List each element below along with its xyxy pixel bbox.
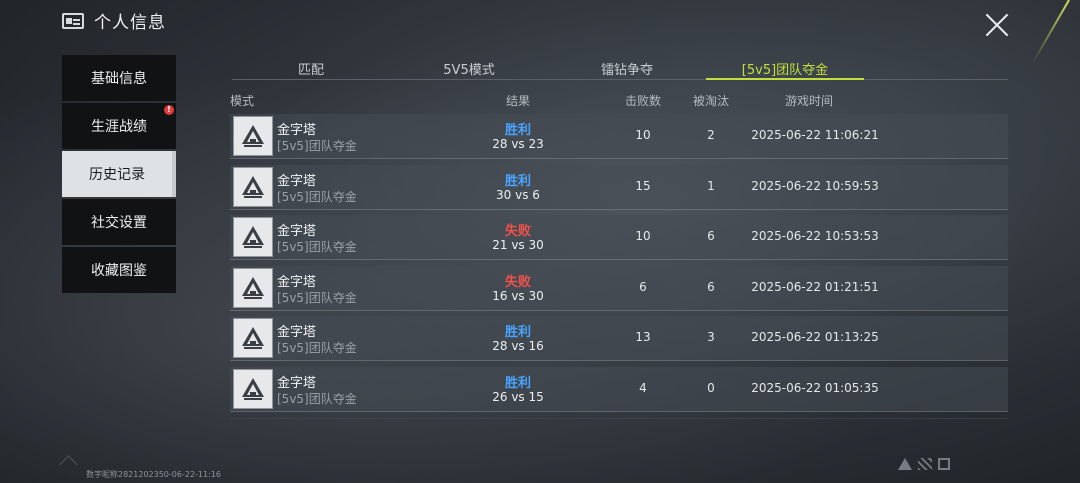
table-header: 模式 结果 击败数 被淘汰 游戏时间: [230, 92, 1008, 110]
match-score: 16 vs 30: [492, 288, 544, 303]
table-row[interactable]: 金字塔 [5v5]团队夺金 失败 16 vs 30 6 6 2025-06-22 01:21…: [230, 265, 1008, 311]
close-button[interactable]: [984, 12, 1010, 38]
mode-name: [5v5]团队夺金: [277, 341, 357, 356]
column-deaths: 被淘汰: [693, 94, 730, 108]
tab-team-gold[interactable]: [5v5]团队夺金: [706, 55, 864, 80]
column-kills: 击败数: [625, 94, 662, 108]
match-time: 2025-06-22 01:13:25: [751, 330, 879, 345]
stripes-icon: [918, 458, 932, 470]
match-score: 28 vs 16: [492, 339, 544, 354]
match-history-list[interactable]: 金字塔 [5v5]团队夺金 胜利 28 vs 23 10 2 2025-06-22 11:0…: [230, 114, 1008, 419]
death-count: 3: [707, 330, 715, 345]
watermark-id: 数字昵称2821202350-06-22-11:16: [86, 470, 221, 479]
tab-match[interactable]: 匹配: [232, 55, 390, 79]
map-thumbnail-icon: [233, 318, 273, 359]
match-score: 21 vs 30: [492, 238, 544, 253]
death-count: 0: [707, 380, 715, 395]
death-count: 2: [707, 128, 715, 142]
sidebar: 基础信息 生涯战绩 ! 历史记录 社交设置 收藏图鉴: [62, 55, 176, 295]
id-card-icon: [62, 12, 84, 29]
map-thumbnail-icon: [233, 116, 273, 156]
kill-count: 4: [639, 380, 647, 395]
sidebar-item-label: 收藏图鉴: [91, 263, 147, 279]
match-time: 2025-06-22 10:53:53: [751, 229, 879, 244]
sidebar-item-career-stats[interactable]: 生涯战绩 !: [62, 103, 176, 149]
triangle-icon: [898, 458, 912, 470]
map-name: 金字塔: [277, 123, 317, 138]
page-header: 个人信息: [62, 8, 166, 33]
match-time: 2025-06-22 10:59:53: [751, 178, 879, 193]
column-time: 游戏时间: [785, 94, 834, 108]
table-row[interactable]: 金字塔 [5v5]团队夺金 胜利 28 vs 16 13 3 2025-06-22 01:1…: [230, 316, 1008, 362]
match-score: 28 vs 23: [492, 137, 544, 151]
kill-count: 15: [635, 178, 651, 193]
match-time: 2025-06-22 01:05:35: [751, 380, 879, 395]
death-count: 6: [707, 279, 715, 294]
mode-name: [5v5]团队夺金: [277, 391, 357, 406]
square-icon: [938, 458, 950, 470]
map-name: 金字塔: [277, 274, 317, 290]
map-thumbnail-icon: [233, 267, 273, 308]
map-name: 金字塔: [277, 375, 317, 391]
map-name: 金字塔: [277, 224, 317, 240]
notification-badge: !: [164, 105, 174, 115]
kill-count: 6: [639, 279, 647, 294]
map-thumbnail-icon: [233, 368, 273, 409]
table-row[interactable]: 金字塔 [5v5]团队夺金 胜利 28 vs 23 10 2 2025-06-22 11:0…: [230, 114, 1008, 159]
match-result: 失败: [504, 274, 531, 290]
map-thumbnail-icon: [233, 166, 273, 207]
map-name: 金字塔: [277, 325, 317, 341]
match-score: 26 vs 15: [492, 389, 544, 404]
death-count: 1: [707, 178, 715, 193]
sidebar-item-label: 生涯战绩: [91, 119, 147, 135]
column-result: 结果: [506, 94, 531, 108]
map-thumbnail-icon: [233, 217, 273, 258]
tab-diamond-rush[interactable]: 镭钻争夺: [548, 55, 706, 79]
page-title: 个人信息: [94, 13, 166, 33]
match-time: 2025-06-22 01:21:51: [751, 279, 879, 294]
corner-mark-icon: [59, 455, 78, 474]
sidebar-item-label: 基础信息: [91, 71, 147, 87]
mode-tabs: 匹配 5V5模式 镭钻争夺 [5v5]团队夺金: [232, 55, 1008, 80]
sidebar-item-label: 历史记录: [89, 167, 145, 183]
mode-name: [5v5]团队夺金: [277, 189, 357, 204]
sidebar-item-label: 社交设置: [91, 215, 147, 231]
map-name: 金字塔: [277, 173, 317, 189]
accent-stroke: [1032, 0, 1070, 63]
match-result: 胜利: [504, 173, 531, 189]
match-result: 胜利: [504, 325, 531, 341]
kill-count: 10: [635, 229, 651, 244]
column-mode: 模式: [230, 94, 255, 108]
mode-name: [5v5]团队夺金: [277, 240, 357, 255]
mode-name: [5v5]团队夺金: [277, 139, 357, 153]
table-row[interactable]: 金字塔 [5v5]团队夺金 胜利 26 vs 15 4 0 2025-06-22 01:05…: [230, 366, 1008, 412]
match-time: 2025-06-22 11:06:21: [751, 128, 879, 142]
table-row[interactable]: 金字塔[5v5]团队夺金胜利: [230, 417, 1008, 419]
sidebar-item-social-settings[interactable]: 社交设置: [62, 199, 176, 245]
table-row[interactable]: 金字塔 [5v5]团队夺金 失败 21 vs 30 10 6 2025-06-22 10:5…: [230, 215, 1008, 261]
table-row[interactable]: 金字塔 [5v5]团队夺金 胜利 30 vs 6 15 1 2025-06-22 10:59…: [230, 164, 1008, 210]
mode-name: [5v5]团队夺金: [277, 290, 357, 305]
kill-count: 10: [635, 128, 651, 142]
sidebar-item-collection[interactable]: 收藏图鉴: [62, 247, 176, 293]
match-result: 失败: [504, 224, 531, 240]
kill-count: 13: [635, 330, 651, 345]
tab-5v5[interactable]: 5V5模式: [390, 55, 548, 79]
footer-icons: [898, 458, 950, 470]
death-count: 6: [707, 229, 715, 244]
match-result: 胜利: [504, 375, 531, 391]
sidebar-item-history[interactable]: 历史记录: [62, 151, 176, 197]
sidebar-item-basic-info[interactable]: 基础信息: [62, 55, 176, 101]
match-score: 30 vs 6: [496, 187, 540, 202]
match-result: 胜利: [504, 123, 531, 138]
